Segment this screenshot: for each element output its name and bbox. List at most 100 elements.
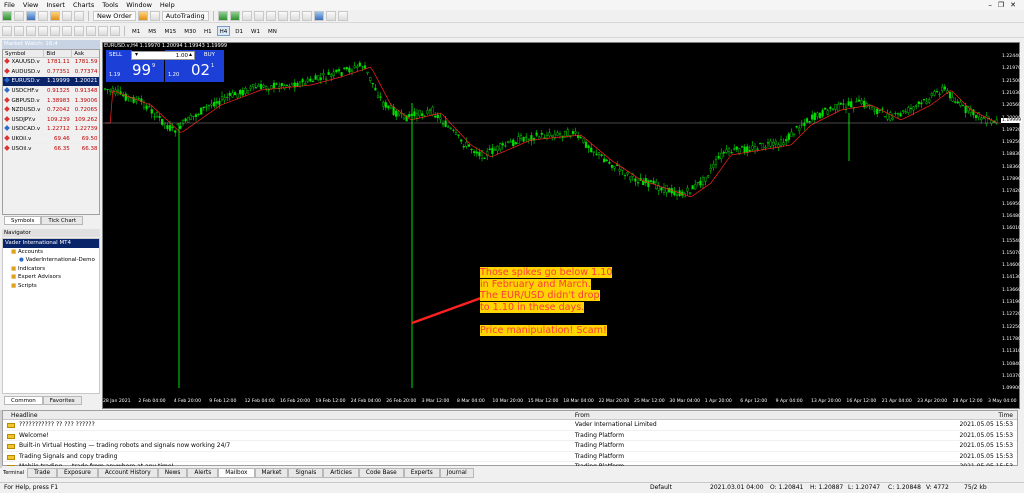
tester-icon[interactable] xyxy=(74,11,84,21)
tab-symbols[interactable]: Symbols xyxy=(4,216,42,225)
sell-price[interactable]: 1.19 99 9 xyxy=(106,60,164,82)
tree-item-experts[interactable]: ■ Expert Advisors xyxy=(3,273,99,282)
market-row[interactable]: USDCHF.v 0.91325 0.91348 xyxy=(2,86,100,97)
autoscroll-icon[interactable] xyxy=(289,11,300,21)
tab-alerts[interactable]: Alerts xyxy=(187,468,219,478)
market-row[interactable]: AUDUSD.v 0.77351 0.77374 xyxy=(2,67,100,78)
mw-header-bid[interactable]: Bid xyxy=(43,49,73,58)
profiles-icon[interactable] xyxy=(14,11,24,21)
menu-item-charts[interactable]: Charts xyxy=(69,1,98,9)
market-row[interactable]: USOil.v 66.35 66.38 xyxy=(2,143,100,154)
tab-exposure[interactable]: Exposure xyxy=(57,468,98,478)
col-headline[interactable]: Headline xyxy=(3,411,572,419)
channel-icon[interactable] xyxy=(62,25,72,36)
tab-account-history[interactable]: Account History xyxy=(97,468,158,478)
timeframe-m30[interactable]: M30 xyxy=(181,26,199,36)
arrows-icon[interactable] xyxy=(110,25,120,36)
timeframe-m5[interactable]: M5 xyxy=(145,26,159,36)
options-icon[interactable] xyxy=(149,11,160,21)
market-row[interactable]: EURUSD.v 1.19999 1.20021 xyxy=(2,76,100,87)
timeframe-mn[interactable]: MN xyxy=(265,26,280,36)
market-row[interactable]: USDCAD.v 1.22712 1.22739 xyxy=(2,124,100,135)
tab-signals[interactable]: Signals xyxy=(288,468,324,478)
market-row[interactable]: NZDUSD.v 0.72042 0.72065 xyxy=(2,105,100,116)
close-icon[interactable]: ✕ xyxy=(1010,1,1016,9)
mail-row[interactable]: Mobile trading — trade from anywhere at … xyxy=(3,462,1017,466)
templates-icon[interactable] xyxy=(337,11,348,21)
tab-mailbox[interactable]: Mailbox xyxy=(218,468,255,478)
label-icon[interactable] xyxy=(98,25,108,36)
timeframe-m1[interactable]: M1 xyxy=(129,26,143,36)
price-chart[interactable] xyxy=(103,43,1021,410)
tab-tick-chart[interactable]: Tick Chart xyxy=(41,216,84,225)
market-row[interactable]: UKOil.v 69.46 69.50 xyxy=(2,134,100,145)
mail-row[interactable]: Built-in Virtual Hosting — trading robot… xyxy=(3,441,1017,452)
tab-experts[interactable]: Experts xyxy=(403,468,440,478)
menu-item-tools[interactable]: Tools xyxy=(98,1,122,9)
tree-item-indicators[interactable]: ■ Indicators xyxy=(3,265,99,274)
candlestick-icon[interactable] xyxy=(229,11,240,21)
tab-favorites[interactable]: Favorites xyxy=(42,396,82,405)
periods-icon[interactable] xyxy=(325,11,336,21)
tab-news[interactable]: News xyxy=(157,468,188,478)
mw-header-ask[interactable]: Ask xyxy=(71,49,100,58)
navigator-root[interactable]: Vader International MT4 xyxy=(3,239,99,248)
timeframe-m15[interactable]: M15 xyxy=(162,26,180,36)
tab-common[interactable]: Common xyxy=(4,396,43,405)
minimize-icon[interactable]: – xyxy=(988,1,992,9)
menu-item-help[interactable]: Help xyxy=(156,1,179,9)
line-chart-icon[interactable] xyxy=(241,11,252,21)
zoom-out-icon[interactable] xyxy=(265,11,276,21)
restore-icon[interactable]: ❐ xyxy=(998,1,1004,9)
terminal-icon[interactable] xyxy=(62,11,72,21)
market-row[interactable]: XAUUSD.v 1781.11 1781.59 xyxy=(2,57,100,68)
timeframe-h1[interactable]: H1 xyxy=(201,26,215,36)
mail-row[interactable]: Welcome! Trading Platform 2021.05.05 15:53 xyxy=(3,431,1017,441)
horizontal-line-icon[interactable] xyxy=(38,25,48,36)
indicators-icon[interactable] xyxy=(313,11,324,21)
tab-trade[interactable]: Trade xyxy=(27,468,58,478)
trendline-icon[interactable] xyxy=(50,25,60,36)
buy-price[interactable]: 1.20 02 1 xyxy=(165,60,224,82)
tab-market[interactable]: Market xyxy=(254,468,289,478)
lot-down-icon[interactable]: ▾ xyxy=(135,51,138,58)
lot-size-input[interactable]: 1.00 xyxy=(131,51,195,60)
tab-journal[interactable]: Journal xyxy=(439,468,474,478)
market-row[interactable]: USDJPY.v 109.239 109.262 xyxy=(2,115,100,126)
navigator-icon[interactable] xyxy=(50,11,60,21)
col-from[interactable]: From xyxy=(572,411,941,419)
timeframe-h4[interactable]: H4 xyxy=(216,25,231,36)
cursor-icon[interactable] xyxy=(2,25,12,36)
vertical-line-icon[interactable] xyxy=(26,25,36,36)
menu-item-insert[interactable]: Insert xyxy=(42,1,69,9)
timeframe-w1[interactable]: W1 xyxy=(248,26,263,36)
bar-chart-icon[interactable] xyxy=(217,11,228,21)
new-chart-icon[interactable] xyxy=(2,11,12,21)
chart-shift-icon[interactable] xyxy=(301,11,312,21)
autotrading-button[interactable]: AutoTrading xyxy=(161,11,209,21)
fibonacci-icon[interactable] xyxy=(74,25,84,36)
crosshair-icon[interactable] xyxy=(14,25,24,36)
market-row[interactable]: GBPUSD.v 1.38983 1.39006 xyxy=(2,95,100,106)
tab-code-base[interactable]: Code Base xyxy=(358,468,404,478)
menu-item-window[interactable]: Window xyxy=(122,1,156,9)
tree-item-scripts[interactable]: ■ Scripts xyxy=(3,282,99,291)
menu-item-view[interactable]: View xyxy=(19,1,42,9)
tree-item-account[interactable]: ● VaderInternational-Demo xyxy=(3,256,99,265)
market-watch-icon[interactable] xyxy=(26,11,36,21)
mw-header-symbol[interactable]: Symbol xyxy=(1,49,45,58)
tab-articles[interactable]: Articles xyxy=(323,468,359,478)
chart-window[interactable] xyxy=(102,42,1020,409)
tile-icon[interactable] xyxy=(277,11,288,21)
text-icon[interactable] xyxy=(86,25,96,36)
menu-item-file[interactable]: File xyxy=(0,1,19,9)
zoom-in-icon[interactable] xyxy=(253,11,264,21)
new-order-button[interactable]: New Order xyxy=(93,11,136,21)
mail-row[interactable]: ??????????? ?? ??? ?????? Vader Internati… xyxy=(3,420,1017,431)
mail-row[interactable]: Trading Signals and copy trading Trading … xyxy=(3,452,1017,462)
tree-item-accounts[interactable]: ■ Accounts xyxy=(3,248,99,257)
col-time[interactable]: Time xyxy=(941,411,1017,419)
data-window-icon[interactable] xyxy=(38,11,48,21)
metaeditor-icon[interactable] xyxy=(137,11,148,21)
sell-button[interactable]: SELL xyxy=(106,50,132,60)
